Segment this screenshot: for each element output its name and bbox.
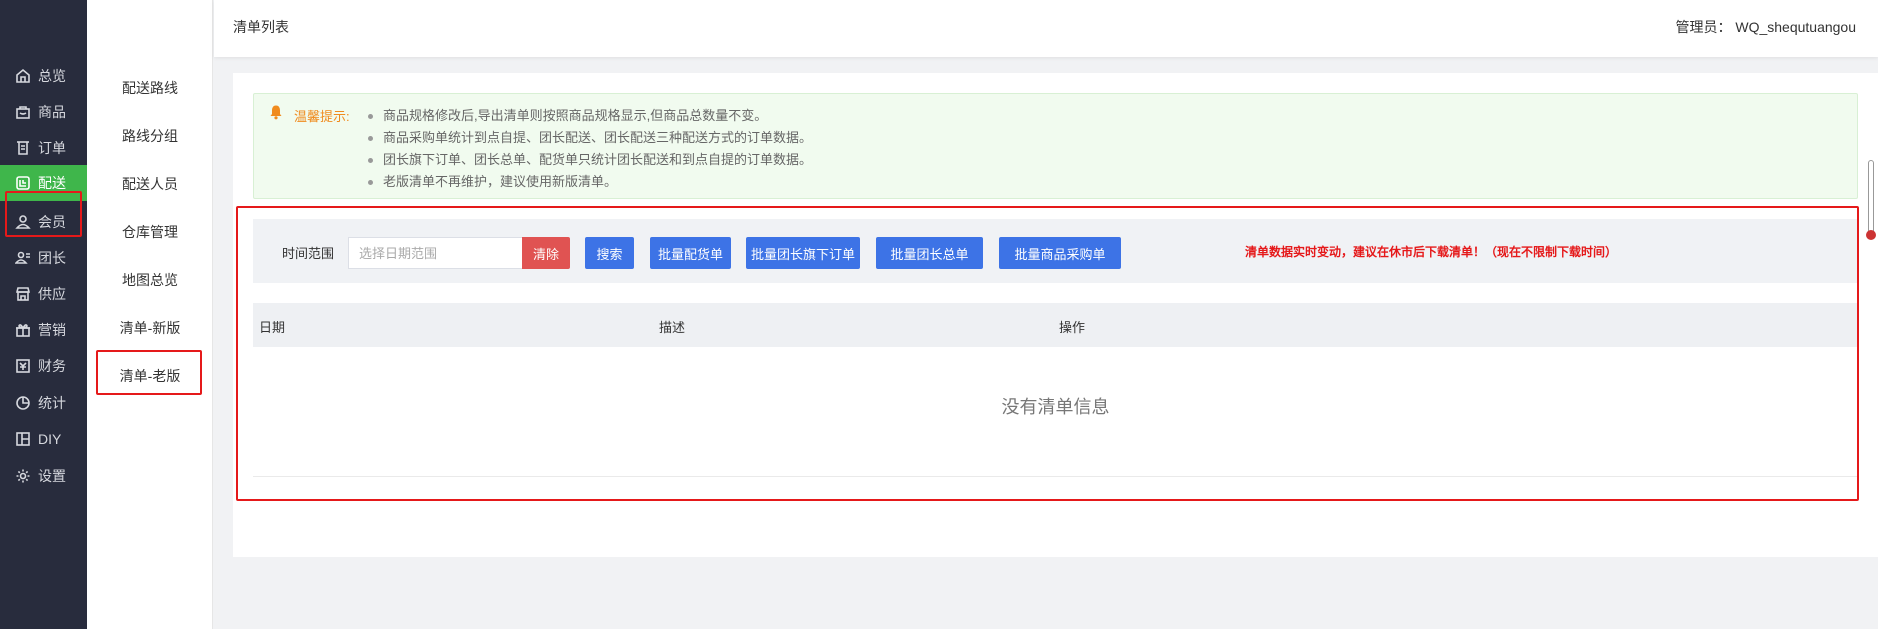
sidebar-item-overview[interactable]: 总览 — [0, 58, 87, 94]
sidebar-item-label: 设置 — [38, 468, 66, 484]
sidebar-item-label: 营销 — [38, 322, 66, 338]
clear-button[interactable]: 清除 — [522, 237, 570, 269]
subnav-item-route-groups[interactable]: 路线分组 — [87, 118, 213, 154]
main-card: 温馨提示: 商品规格修改后,导出清单则按照商品规格显示,但商品总数量不变。 商品… — [233, 73, 1878, 557]
tip-box: 温馨提示: 商品规格修改后,导出清单则按照商品规格显示,但商品总数量不变。 商品… — [253, 93, 1858, 199]
page-title: 清单列表 — [233, 19, 289, 35]
column-description: 描述 — [659, 320, 686, 335]
layout-icon — [14, 430, 32, 448]
date-range-input[interactable] — [348, 237, 523, 269]
subnav-item-delivery-staff[interactable]: 配送人员 — [87, 166, 213, 202]
app-root: 总览 商品 订单 配送 会员 团长 供应 营销 财务 统计 DIY 设置 配送路… — [0, 0, 1878, 629]
sidebar-item-label: 团长 — [38, 250, 66, 266]
tip-line: 老版清单不再维护，建议使用新版清单。 — [367, 171, 812, 193]
table-body: 没有清单信息 — [253, 347, 1858, 477]
gift-icon — [14, 321, 32, 339]
tip-line: 商品规格修改后,导出清单则按照商品规格显示,但商品总数量不变。 — [367, 105, 812, 127]
sidebar-item-marketing[interactable]: 营销 — [0, 312, 87, 348]
download-warning: 清单数据实时变动，建议在休市后下载清单！（现在不限制下载时间） — [1245, 245, 1618, 259]
batch-leader-total-button[interactable]: 批量团长总单 — [876, 237, 983, 269]
page-header: 清单列表 管理员： WQ_shequtuangou — [214, 0, 1878, 57]
sidebar-item-supply[interactable]: 供应 — [0, 276, 87, 312]
gear-icon — [14, 467, 32, 485]
main-sidebar: 总览 商品 订单 配送 会员 团长 供应 营销 财务 统计 DIY 设置 — [0, 0, 87, 629]
delivery-icon — [14, 174, 32, 192]
sidebar-item-label: 统计 — [38, 395, 66, 411]
batch-purchase-button[interactable]: 批量商品采购单 — [999, 237, 1121, 269]
sidebar-item-goods[interactable]: 商品 — [0, 94, 87, 130]
sidebar-item-label: 总览 — [38, 68, 66, 84]
subnav-item-delivery-routes[interactable]: 配送路线 — [87, 70, 213, 106]
bell-icon — [270, 105, 282, 120]
tip-label: 温馨提示: — [294, 109, 350, 124]
batch-dispatch-button[interactable]: 批量配货单 — [650, 237, 731, 269]
sidebar-item-diy[interactable]: DIY — [0, 421, 87, 457]
table-header: 日期 描述 操作 — [253, 303, 1858, 347]
sidebar-item-statistics[interactable]: 统计 — [0, 385, 87, 421]
column-actions: 操作 — [1059, 320, 1086, 335]
list-table: 日期 描述 操作 没有清单信息 — [253, 303, 1858, 477]
scrollbar-thumb[interactable] — [1868, 160, 1874, 236]
tip-list: 商品规格修改后,导出清单则按照商品规格显示,但商品总数量不变。 商品采购单统计到… — [367, 105, 812, 193]
sidebar-item-label: 配送 — [38, 175, 66, 191]
bag-icon — [14, 103, 32, 121]
sidebar-item-leaders[interactable]: 团长 — [0, 240, 87, 276]
sidebar-item-settings[interactable]: 设置 — [0, 458, 87, 494]
sidebar-item-label: 供应 — [38, 286, 66, 302]
tip-line: 团长旗下订单、团长总单、配货单只统计团长配送和到点自提的订单数据。 — [367, 149, 812, 171]
sidebar-item-delivery[interactable]: 配送 — [0, 165, 87, 201]
user-icon — [14, 213, 32, 231]
shop-icon — [14, 285, 32, 303]
tip-line: 商品采购单统计到点自提、团长配送、团长配送三种配送方式的订单数据。 — [367, 127, 812, 149]
sidebar-item-label: 商品 — [38, 104, 66, 120]
home-icon — [14, 67, 32, 85]
admin-account[interactable]: 管理员： WQ_shequtuangou — [1675, 17, 1856, 37]
sidebar-item-label: 财务 — [38, 358, 66, 374]
order-icon — [14, 139, 32, 157]
leader-icon — [14, 249, 32, 267]
scroll-marker — [1866, 230, 1876, 240]
subnav-item-list-old[interactable]: 清单-老版 — [87, 358, 213, 394]
sidebar-item-label: 订单 — [38, 140, 66, 156]
batch-leader-orders-button[interactable]: 批量团长旗下订单 — [746, 237, 860, 269]
empty-state: 没有清单信息 — [1001, 397, 1110, 417]
time-range-label: 时间范围 — [282, 246, 335, 261]
filter-bar: 时间范围 清除 搜索 批量配货单 批量团长旗下订单 批量团长总单 批量商品采购单… — [253, 219, 1858, 283]
finance-icon — [14, 357, 32, 375]
column-date: 日期 — [259, 320, 286, 335]
sidebar-item-finance[interactable]: 财务 — [0, 348, 87, 384]
sidebar-item-orders[interactable]: 订单 — [0, 130, 87, 166]
subnav-item-map-overview[interactable]: 地图总览 — [87, 262, 213, 298]
secondary-sidebar: 配送路线 路线分组 配送人员 仓库管理 地图总览 清单-新版 清单-老版 — [87, 0, 213, 629]
search-button[interactable]: 搜索 — [585, 237, 634, 269]
pie-icon — [14, 394, 32, 412]
subnav-item-list-new[interactable]: 清单-新版 — [87, 310, 213, 346]
sidebar-item-label: DIY — [38, 431, 62, 447]
sidebar-item-label: 会员 — [38, 214, 66, 230]
subnav-item-warehouse[interactable]: 仓库管理 — [87, 214, 213, 250]
sidebar-item-members[interactable]: 会员 — [0, 204, 87, 240]
